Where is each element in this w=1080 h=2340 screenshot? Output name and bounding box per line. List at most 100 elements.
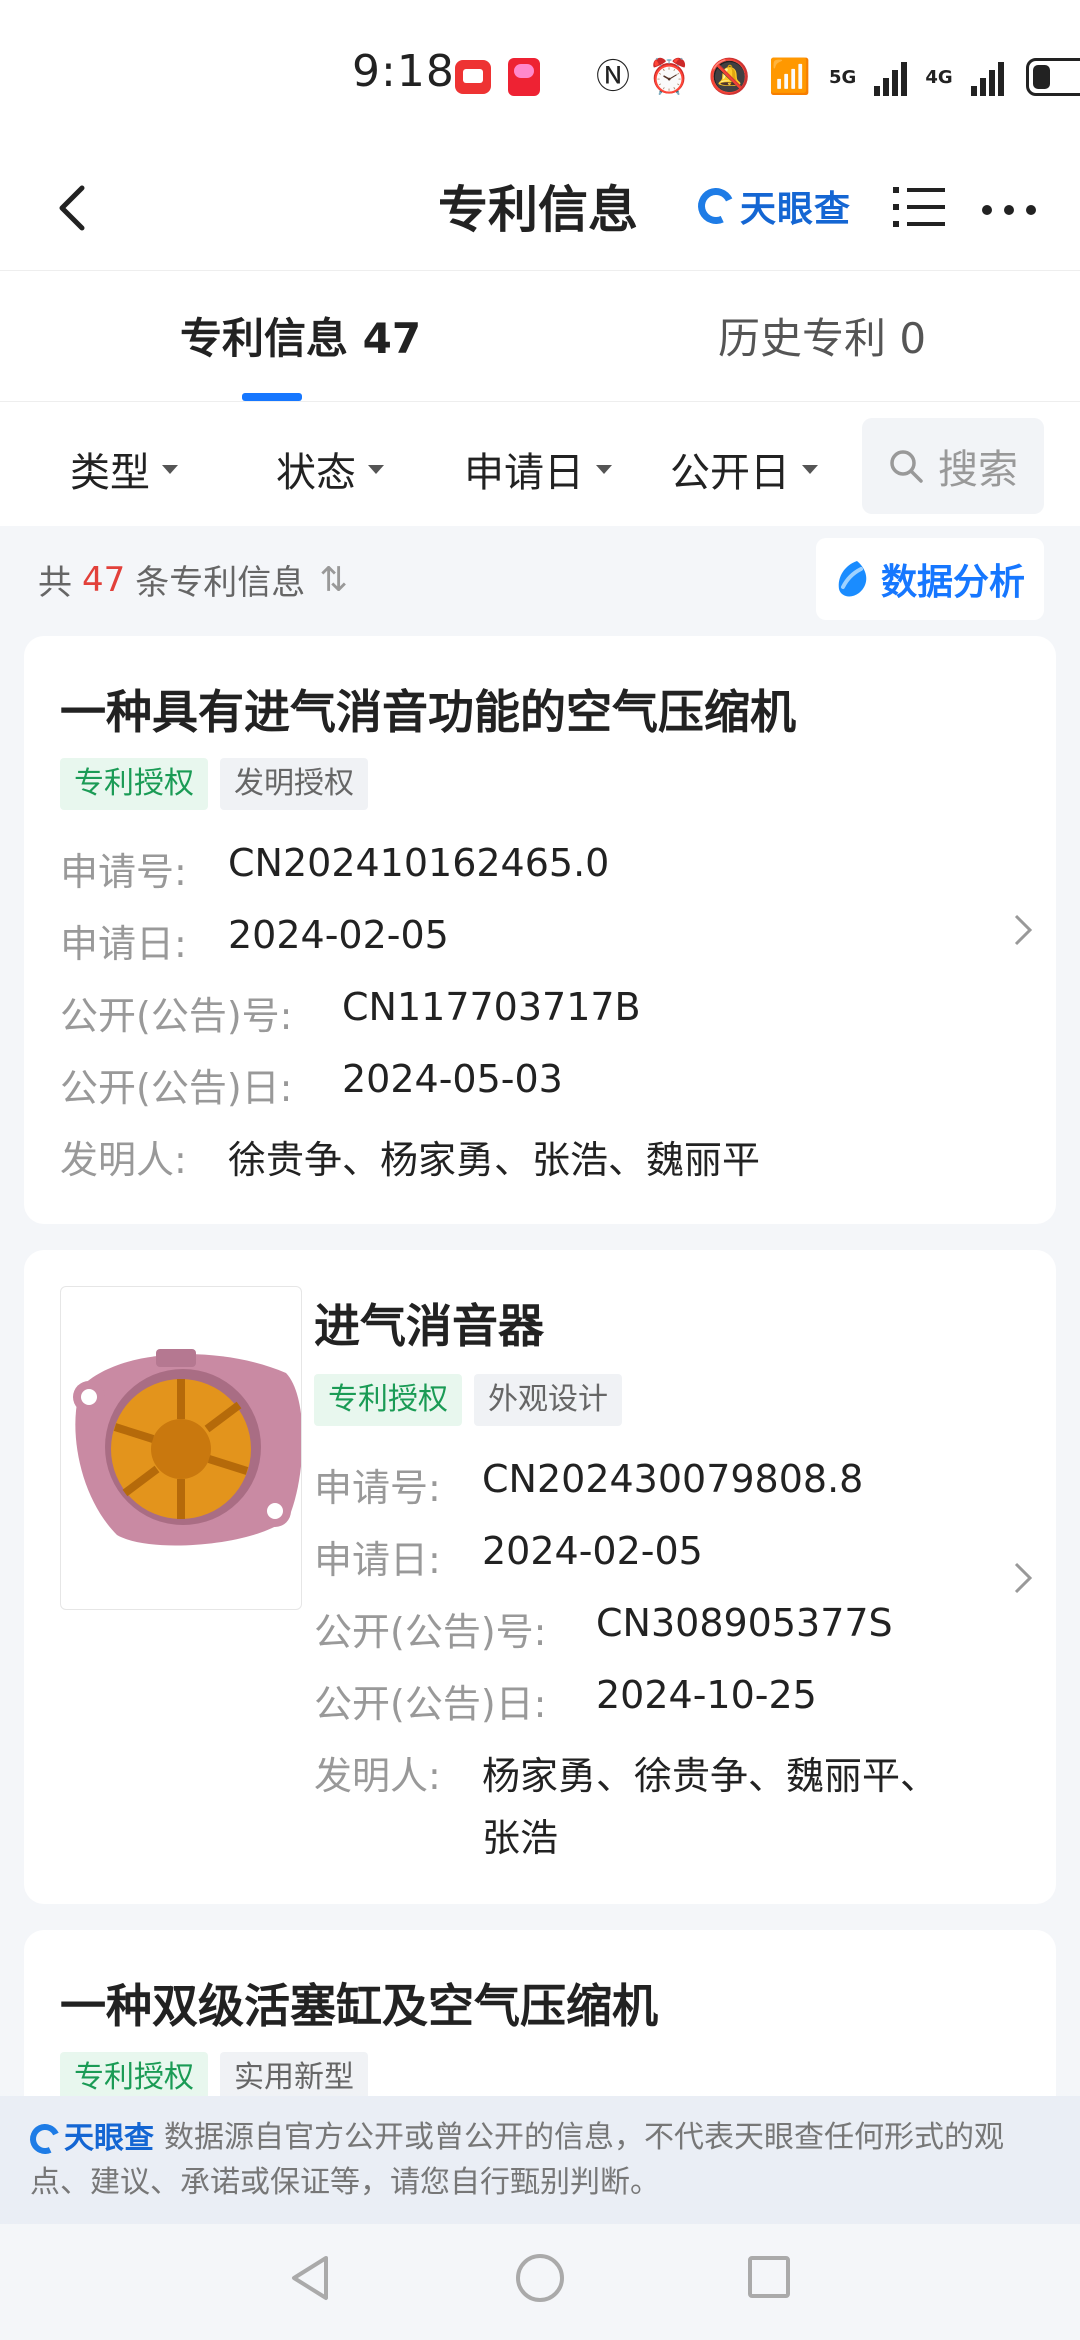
patent-card[interactable]: 进气消音器 专利授权 外观设计 申请号: CN202430079808.8 申请… bbox=[24, 1250, 1056, 1904]
tag-authorized: 专利授权 bbox=[60, 758, 208, 810]
list-menu-icon[interactable] bbox=[893, 185, 945, 229]
brand-logo[interactable]: 天眼查 bbox=[692, 180, 852, 232]
value-inventors: 徐贵争、杨家勇、张浩、魏丽平 bbox=[228, 1138, 761, 1182]
label-pub-no: 公开(公告)号: bbox=[314, 1610, 547, 1654]
filter-apply-date[interactable]: 申请日 bbox=[464, 440, 612, 498]
notification-app-icon-2 bbox=[508, 58, 540, 96]
patent-title: 进气消音器 bbox=[314, 1299, 544, 1353]
filter-status-label: 状态 bbox=[276, 450, 356, 496]
wifi-icon: 📶 bbox=[768, 57, 812, 97]
value-pub-no: CN117703717B bbox=[342, 985, 641, 1029]
disclaimer-banner: 天眼查 数据源自官方公开或曾公开的信息，不代表天眼查任何形式的观点、建议、承诺或… bbox=[0, 2096, 1080, 2224]
caret-down-icon bbox=[368, 464, 384, 474]
disclaimer-text: 天眼查 数据源自官方公开或曾公开的信息，不代表天眼查任何形式的观点、建议、承诺或… bbox=[25, 2116, 1050, 2205]
patent-title: 一种双级活塞缸及空气压缩机 bbox=[60, 1979, 658, 2033]
filter-bar: 类型 状态 申请日 公开日 搜索 bbox=[0, 402, 1080, 526]
result-summary: 共 47 条专利信息 ⇅ bbox=[38, 555, 348, 604]
value-inventors: 杨家勇、徐贵争、魏丽平、 bbox=[482, 1754, 939, 1798]
field-inventors-cont: 张浩 bbox=[482, 1807, 558, 1862]
field-app-date: 申请日: 2024-02-05 bbox=[60, 913, 449, 968]
active-tab-indicator bbox=[242, 393, 302, 401]
tab-history-patents[interactable]: 历史专利 0 bbox=[718, 305, 926, 366]
chevron-right-icon bbox=[1014, 914, 1033, 946]
label-inventors: 发明人: bbox=[314, 1754, 441, 1798]
network-4g-label: 4G bbox=[925, 66, 953, 88]
mute-icon: 🔕 bbox=[708, 57, 751, 97]
status-icons: Ⓝ ⏰ 🔕 📶 5G 4G bbox=[596, 54, 1080, 100]
caret-down-icon bbox=[596, 464, 612, 474]
label-pub-date: 公开(公告)日: bbox=[314, 1682, 547, 1726]
field-inventors: 发明人: 杨家勇、徐贵争、魏丽平、 bbox=[314, 1745, 938, 1800]
value-inventors-cont: 张浩 bbox=[482, 1816, 559, 1860]
label-app-date: 申请日: bbox=[314, 1538, 441, 1582]
brand-name: 天眼查 bbox=[740, 189, 852, 230]
value-app-no: CN202430079808.8 bbox=[482, 1457, 864, 1501]
patent-card[interactable]: 一种具有进气消音功能的空气压缩机 专利授权 发明授权 申请号: CN202410… bbox=[24, 636, 1056, 1224]
disclaimer-brand: 天眼查 bbox=[25, 2117, 154, 2161]
brand-mark-icon bbox=[25, 2119, 65, 2158]
network-5g-label: 5G bbox=[829, 66, 857, 88]
label-app-date: 申请日: bbox=[60, 922, 187, 966]
filter-type-label: 类型 bbox=[70, 450, 150, 496]
patent-title: 一种具有进气消音功能的空气压缩机 bbox=[60, 685, 796, 739]
signal-icon-2 bbox=[970, 58, 1004, 96]
sort-icon[interactable]: ⇅ bbox=[319, 560, 348, 600]
search-button[interactable]: 搜索 bbox=[862, 418, 1044, 514]
nav-home-icon[interactable] bbox=[516, 2254, 564, 2302]
search-icon bbox=[890, 450, 923, 483]
field-app-no: 申请号: CN202430079808.8 bbox=[314, 1457, 863, 1512]
field-inventors: 发明人: 徐贵争、杨家勇、张浩、魏丽平 bbox=[60, 1129, 760, 1184]
analysis-icon bbox=[838, 561, 867, 597]
field-pub-date: 公开(公告)日: 2024-05-03 bbox=[60, 1057, 563, 1112]
chevron-right-icon bbox=[1014, 1562, 1033, 1594]
label-inventors: 发明人: bbox=[60, 1138, 187, 1182]
brand-mark-icon bbox=[692, 182, 740, 230]
value-app-date: 2024-02-05 bbox=[482, 1529, 703, 1573]
tag-patent-type: 发明授权 bbox=[220, 758, 368, 810]
nav-back-icon[interactable] bbox=[288, 2254, 332, 2302]
summary-prefix: 共 bbox=[38, 563, 72, 603]
filter-status[interactable]: 状态 bbox=[276, 440, 384, 498]
label-app-no: 申请号: bbox=[314, 1466, 441, 1510]
field-app-no: 申请号: CN202410162465.0 bbox=[60, 841, 609, 896]
search-label: 搜索 bbox=[938, 447, 1018, 493]
filter-type[interactable]: 类型 bbox=[70, 440, 178, 498]
tab-patent-info[interactable]: 专利信息 47 bbox=[180, 305, 421, 366]
data-analysis-button[interactable]: 数据分析 bbox=[816, 538, 1044, 620]
field-app-date: 申请日: 2024-02-05 bbox=[314, 1529, 703, 1584]
value-pub-no: CN308905377S bbox=[596, 1601, 893, 1645]
signal-icon bbox=[874, 58, 908, 96]
filter-publish-date[interactable]: 公开日 bbox=[670, 440, 818, 498]
value-app-date: 2024-02-05 bbox=[228, 913, 449, 957]
filter-apply-date-label: 申请日 bbox=[464, 450, 584, 496]
field-pub-date: 公开(公告)日: 2024-10-25 bbox=[314, 1673, 817, 1728]
filter-publish-date-label: 公开日 bbox=[670, 450, 790, 496]
status-bar: 9:18 Ⓝ ⏰ 🔕 📶 5G 4G bbox=[0, 0, 1080, 150]
value-pub-date: 2024-05-03 bbox=[342, 1057, 563, 1101]
caret-down-icon bbox=[802, 464, 818, 474]
patent-tags: 专利授权 外观设计 bbox=[314, 1374, 622, 1426]
patent-card[interactable]: 一种双级活塞缸及空气压缩机 专利授权 实用新型 bbox=[24, 1930, 1056, 2104]
label-app-no: 申请号: bbox=[60, 850, 187, 894]
notification-app-icon bbox=[455, 60, 491, 94]
disclaimer-body: 数据源自官方公开或曾公开的信息，不代表天眼查任何形式的观点、建议、承诺或保证等，… bbox=[30, 2120, 1004, 2200]
nfc-icon: Ⓝ bbox=[596, 57, 630, 97]
nav-recents-icon[interactable] bbox=[748, 2256, 790, 2298]
alarm-icon: ⏰ bbox=[648, 57, 691, 97]
summary-suffix: 条专利信息 bbox=[135, 563, 306, 603]
caret-down-icon bbox=[162, 464, 178, 474]
patent-tags: 专利授权 发明授权 bbox=[60, 758, 368, 810]
patent-thumbnail bbox=[60, 1286, 302, 1610]
field-pub-no: 公开(公告)号: CN308905377S bbox=[314, 1601, 893, 1656]
label-pub-date: 公开(公告)日: bbox=[60, 1066, 293, 1110]
status-time: 9:18 bbox=[352, 46, 455, 97]
tab-bar: 专利信息 47 历史专利 0 bbox=[0, 270, 1080, 402]
label-pub-no: 公开(公告)号: bbox=[60, 994, 293, 1038]
data-analysis-label: 数据分析 bbox=[880, 562, 1025, 603]
value-app-no: CN202410162465.0 bbox=[228, 841, 610, 885]
battery-icon bbox=[1025, 58, 1080, 96]
value-pub-date: 2024-10-25 bbox=[596, 1673, 817, 1717]
result-count: 47 bbox=[82, 559, 126, 600]
app-header: 专利信息 天眼查 bbox=[0, 150, 1080, 270]
more-options-icon[interactable] bbox=[982, 205, 1036, 215]
